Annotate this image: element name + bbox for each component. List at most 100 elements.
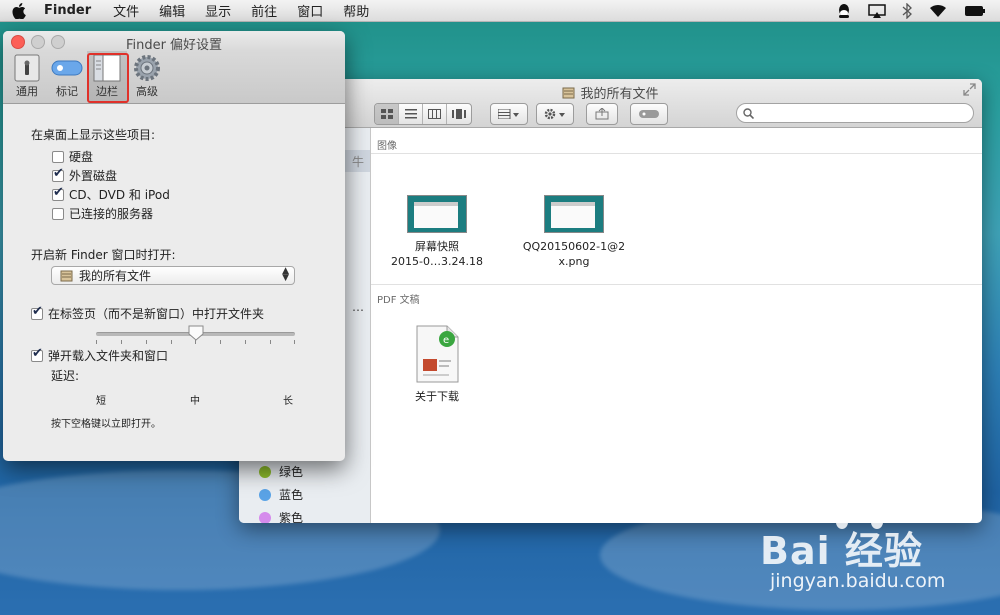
delay-label: 延迟: bbox=[51, 369, 80, 383]
prefs-toolbar: 通用 标记 边栏 高级 bbox=[3, 51, 345, 104]
menu-bar: Finder 文件 编辑 显示 前往 窗口 帮助 bbox=[0, 0, 1000, 22]
slider-tick bbox=[270, 340, 271, 344]
checkbox[interactable] bbox=[52, 185, 64, 201]
gear-icon bbox=[134, 55, 160, 81]
wifi-icon[interactable] bbox=[928, 3, 948, 18]
svg-text:e: e bbox=[443, 335, 449, 346]
gear-icon bbox=[544, 108, 565, 120]
desktop-items-heading: 在桌面上显示这些项目: bbox=[31, 128, 156, 142]
green-tag-dot bbox=[259, 465, 271, 478]
menu-app-finder[interactable]: Finder bbox=[44, 3, 91, 18]
tags-icon bbox=[51, 60, 83, 76]
section-header-images: 图像 bbox=[377, 141, 397, 152]
checkbox-label: 硬盘 bbox=[69, 150, 94, 164]
finder-title-text: 我的所有文件 bbox=[580, 87, 659, 102]
file-name: 关于下载 bbox=[415, 390, 459, 403]
checkbox-hard-disks[interactable]: 硬盘 bbox=[52, 148, 93, 165]
tag-control bbox=[630, 103, 668, 125]
updown-arrows-icon: ▲ ▼ bbox=[282, 266, 289, 283]
checkbox[interactable] bbox=[52, 150, 64, 163]
share-button[interactable] bbox=[587, 104, 617, 124]
sidebar-tag-label: 蓝色 bbox=[279, 488, 304, 502]
search-icon bbox=[743, 107, 754, 119]
slider-tick bbox=[96, 340, 97, 344]
file-item-qq-image[interactable]: QQ20150602-1@2 x.png bbox=[509, 195, 639, 269]
search-field[interactable] bbox=[736, 103, 974, 123]
general-icon bbox=[14, 54, 40, 82]
prefs-body: 在桌面上显示这些项目: 硬盘 外置磁盘 CD、DVD 和 iPod 已连接的服务… bbox=[3, 104, 345, 461]
checkbox-cd-dvd-ipod[interactable]: CD、DVD 和 iPod bbox=[52, 185, 170, 203]
checkbox-spring-loading[interactable]: 弹开载入文件夹和窗口 bbox=[31, 346, 168, 364]
cover-flow-button[interactable] bbox=[447, 104, 471, 124]
column-view-button[interactable] bbox=[423, 104, 447, 124]
tab-advanced[interactable]: 高级 bbox=[129, 53, 165, 99]
sidebar-truncated-label: … bbox=[352, 300, 364, 314]
baidu-watermark: Bai 经验 jingyan.baidu.com bbox=[760, 508, 990, 610]
slider-tick bbox=[294, 340, 295, 344]
action-control bbox=[536, 103, 574, 125]
icon-view-button[interactable] bbox=[375, 104, 399, 124]
new-window-select[interactable]: 我的所有文件 ▲ ▼ bbox=[51, 266, 295, 285]
tab-tags[interactable]: 标记 bbox=[49, 53, 85, 99]
purple-tag-dot bbox=[259, 511, 271, 523]
tab-general[interactable]: 通用 bbox=[9, 53, 45, 99]
sidebar-tag-blue[interactable]: 蓝色 bbox=[259, 486, 303, 503]
checkbox[interactable] bbox=[31, 304, 43, 320]
checkbox[interactable] bbox=[31, 346, 43, 362]
file-name: 屏幕快照 bbox=[415, 240, 459, 253]
delay-slider-knob[interactable] bbox=[188, 325, 204, 341]
action-menu-button[interactable] bbox=[537, 104, 573, 124]
menu-file[interactable]: 文件 bbox=[113, 1, 139, 20]
space-key-hint: 按下空格键以立即打开。 bbox=[51, 419, 161, 430]
arrange-button[interactable] bbox=[491, 104, 527, 124]
apple-menu-icon[interactable] bbox=[12, 2, 30, 19]
checkbox-external-disks[interactable]: 外置磁盘 bbox=[52, 166, 118, 184]
slider-label-long: 长 bbox=[283, 396, 293, 407]
tag-icon bbox=[639, 110, 659, 118]
watermark-brand: Bai 经验 bbox=[760, 529, 923, 573]
edit-tags-button[interactable] bbox=[631, 104, 667, 124]
airplay-icon[interactable] bbox=[868, 3, 886, 18]
slider-label-short: 短 bbox=[96, 396, 106, 407]
checkbox[interactable] bbox=[52, 207, 64, 220]
list-view-icon bbox=[404, 109, 417, 119]
checkbox-open-in-tabs[interactable]: 在标签页（而不是新窗口）中打开文件夹 bbox=[31, 304, 264, 322]
column-view-icon bbox=[428, 109, 441, 119]
sidebar-tag-green[interactable]: 绿色 bbox=[259, 463, 303, 480]
qq-icon[interactable] bbox=[836, 3, 852, 19]
battery-icon[interactable] bbox=[964, 5, 986, 17]
file-name: QQ20150602-1@2 bbox=[522, 240, 626, 253]
list-view-button[interactable] bbox=[399, 104, 423, 124]
section-divider bbox=[371, 284, 982, 285]
bluetooth-icon[interactable] bbox=[902, 2, 912, 19]
cover-flow-icon bbox=[452, 109, 466, 119]
fullscreen-icon[interactable] bbox=[963, 83, 976, 96]
screenshot-thumbnail bbox=[407, 195, 467, 233]
slider-tick bbox=[245, 340, 246, 344]
file-name-line2: 2015-0…3.24.18 bbox=[391, 255, 483, 268]
menu-view[interactable]: 显示 bbox=[205, 1, 231, 20]
tab-label: 高级 bbox=[136, 85, 158, 98]
pdf-document-icon: e bbox=[415, 325, 459, 383]
slider-label-medium: 中 bbox=[190, 396, 200, 407]
finder-preferences-window: Finder 偏好设置 通用 标记 边栏 高级 在桌面上显示这些项目: 硬盘 ✔… bbox=[3, 31, 345, 461]
sidebar-tag-purple[interactable]: 紫色 bbox=[259, 509, 303, 523]
finder-window: 我的所有文件 牛 … 绿色 蓝色 紫色 图像 屏幕快照 2015-0…3.24.… bbox=[239, 79, 982, 523]
prefs-titlebar: Finder 偏好设置 bbox=[3, 31, 345, 53]
section-divider bbox=[371, 153, 982, 154]
slider-tick bbox=[146, 340, 147, 344]
checkbox-connected-servers[interactable]: 已连接的服务器 bbox=[52, 205, 153, 222]
menu-window[interactable]: 窗口 bbox=[297, 1, 323, 20]
file-item-pdf[interactable]: e 关于下载 bbox=[372, 325, 502, 404]
tab-label: 标记 bbox=[56, 85, 78, 98]
checkbox-label: 外置磁盘 bbox=[69, 169, 118, 183]
checkbox[interactable] bbox=[52, 166, 64, 182]
menu-help[interactable]: 帮助 bbox=[343, 1, 369, 20]
icon-view-icon bbox=[380, 109, 393, 119]
menu-edit[interactable]: 编辑 bbox=[159, 1, 185, 20]
sidebar-tag-label: 绿色 bbox=[279, 465, 304, 479]
file-item-screenshot[interactable]: 屏幕快照 2015-0…3.24.18 bbox=[372, 195, 502, 269]
all-files-icon bbox=[60, 270, 73, 281]
menu-go[interactable]: 前往 bbox=[251, 1, 277, 20]
finder-content: 图像 屏幕快照 2015-0…3.24.18 QQ20150602-1@2 x.… bbox=[371, 128, 982, 523]
